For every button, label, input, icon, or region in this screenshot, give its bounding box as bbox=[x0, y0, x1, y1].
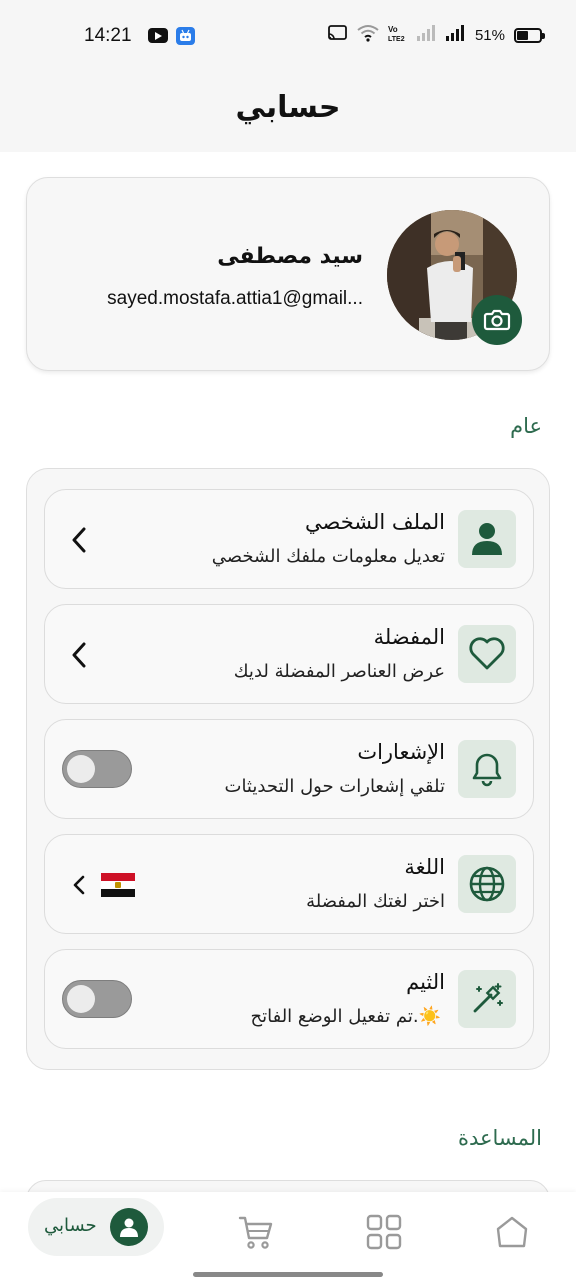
notifications-toggle[interactable] bbox=[62, 750, 132, 788]
cart-icon bbox=[238, 1216, 273, 1249]
battery-percent: 51% bbox=[474, 26, 505, 44]
signal-icon bbox=[416, 25, 437, 45]
bell-icon bbox=[458, 740, 516, 798]
page-title: حسابي bbox=[235, 90, 341, 125]
profile-card: سيد مصطفى sayed.mostafa.attia1@gmail... bbox=[26, 177, 550, 371]
chevron-left-icon[interactable] bbox=[67, 526, 91, 554]
row-subtitle: اختر لغتك المفضلة bbox=[306, 891, 445, 912]
row-subtitle: عرض العناصر المفضلة لديك bbox=[233, 661, 445, 682]
nav-item-cart[interactable] bbox=[236, 1212, 276, 1252]
nav-item-account[interactable]: حسابي bbox=[28, 1198, 164, 1256]
status-icons: Vo LTE2 51% bbox=[328, 24, 545, 46]
help-card bbox=[26, 1180, 550, 1192]
settings-card: الملف الشخصي تعديل معلومات ملفك الشخصي ا… bbox=[26, 468, 550, 1070]
signal-icon bbox=[445, 25, 466, 45]
account-icon bbox=[110, 1208, 148, 1246]
main-content[interactable]: سيد مصطفى sayed.mostafa.attia1@gmail... … bbox=[0, 152, 576, 1192]
bottom-nav: حسابي bbox=[0, 1192, 576, 1280]
profile-name: سيد مصطفى bbox=[217, 244, 363, 269]
toggle-knob bbox=[67, 985, 95, 1013]
profile-email: sayed.mostafa.attia1@gmail... bbox=[107, 288, 363, 309]
nav-account-label: حسابي bbox=[44, 1215, 97, 1236]
egypt-flag-icon bbox=[101, 873, 135, 897]
account-screen: 14:21 Vo LTE2 51% حسابي سيد مصطفى sayed.… bbox=[0, 0, 576, 1280]
battery-level bbox=[517, 30, 528, 40]
toggle-knob bbox=[67, 755, 95, 783]
magic-wand-icon bbox=[458, 970, 516, 1028]
user-icon bbox=[458, 510, 516, 568]
row-title: الإشعارات bbox=[357, 740, 445, 764]
settings-row-theme[interactable]: الثيم تم تفعيل الوضع الفاتح.☀️ bbox=[44, 949, 534, 1049]
row-title: المفضلة bbox=[373, 625, 445, 649]
status-time: 14:21 bbox=[84, 25, 132, 46]
row-subtitle: تعديل معلومات ملفك الشخصي bbox=[211, 546, 445, 567]
svg-text:LTE2: LTE2 bbox=[388, 36, 405, 42]
theme-toggle[interactable] bbox=[62, 980, 132, 1018]
svg-text:Vo: Vo bbox=[388, 25, 398, 34]
row-title: اللغة bbox=[404, 855, 445, 879]
heart-icon bbox=[458, 625, 516, 683]
home-icon bbox=[496, 1216, 528, 1248]
bot-icon bbox=[176, 27, 195, 45]
chevron-left-icon[interactable] bbox=[67, 871, 91, 899]
section-title-general: عام bbox=[510, 414, 542, 438]
change-photo-button[interactable] bbox=[472, 295, 522, 345]
nav-item-home[interactable] bbox=[492, 1212, 532, 1252]
settings-row-language[interactable]: اللغة اختر لغتك المفضلة bbox=[44, 834, 534, 934]
camera-icon bbox=[483, 309, 511, 331]
sun-icon: ☀️ bbox=[418, 1006, 441, 1027]
wifi-icon bbox=[357, 24, 379, 46]
app-bar: حسابي bbox=[0, 72, 576, 152]
chevron-left-icon[interactable] bbox=[67, 641, 91, 669]
grid-icon bbox=[366, 1214, 402, 1250]
volte-icon: Vo LTE2 bbox=[388, 24, 408, 46]
youtube-icon bbox=[148, 28, 168, 43]
globe-icon bbox=[458, 855, 516, 913]
home-indicator[interactable] bbox=[193, 1272, 383, 1277]
section-title-help: المساعدة bbox=[457, 1126, 542, 1150]
battery-icon bbox=[514, 27, 545, 43]
row-subtitle: تلقي إشعارات حول التحديثات bbox=[224, 776, 446, 797]
settings-row-notifications[interactable]: الإشعارات تلقي إشعارات حول التحديثات bbox=[44, 719, 534, 819]
row-subtitle: تم تفعيل الوضع الفاتح.☀️ bbox=[250, 1006, 445, 1027]
row-title: الثيم bbox=[406, 970, 445, 994]
cast-icon bbox=[328, 25, 348, 45]
settings-row-favorites[interactable]: المفضلة عرض العناصر المفضلة لديك bbox=[44, 604, 534, 704]
row-subtitle-text: تم تفعيل الوضع الفاتح. bbox=[250, 1006, 419, 1027]
nav-item-categories[interactable] bbox=[364, 1212, 404, 1252]
status-bar: 14:21 Vo LTE2 51% bbox=[0, 0, 576, 72]
row-title: الملف الشخصي bbox=[305, 510, 445, 534]
settings-row-profile[interactable]: الملف الشخصي تعديل معلومات ملفك الشخصي bbox=[44, 489, 534, 589]
